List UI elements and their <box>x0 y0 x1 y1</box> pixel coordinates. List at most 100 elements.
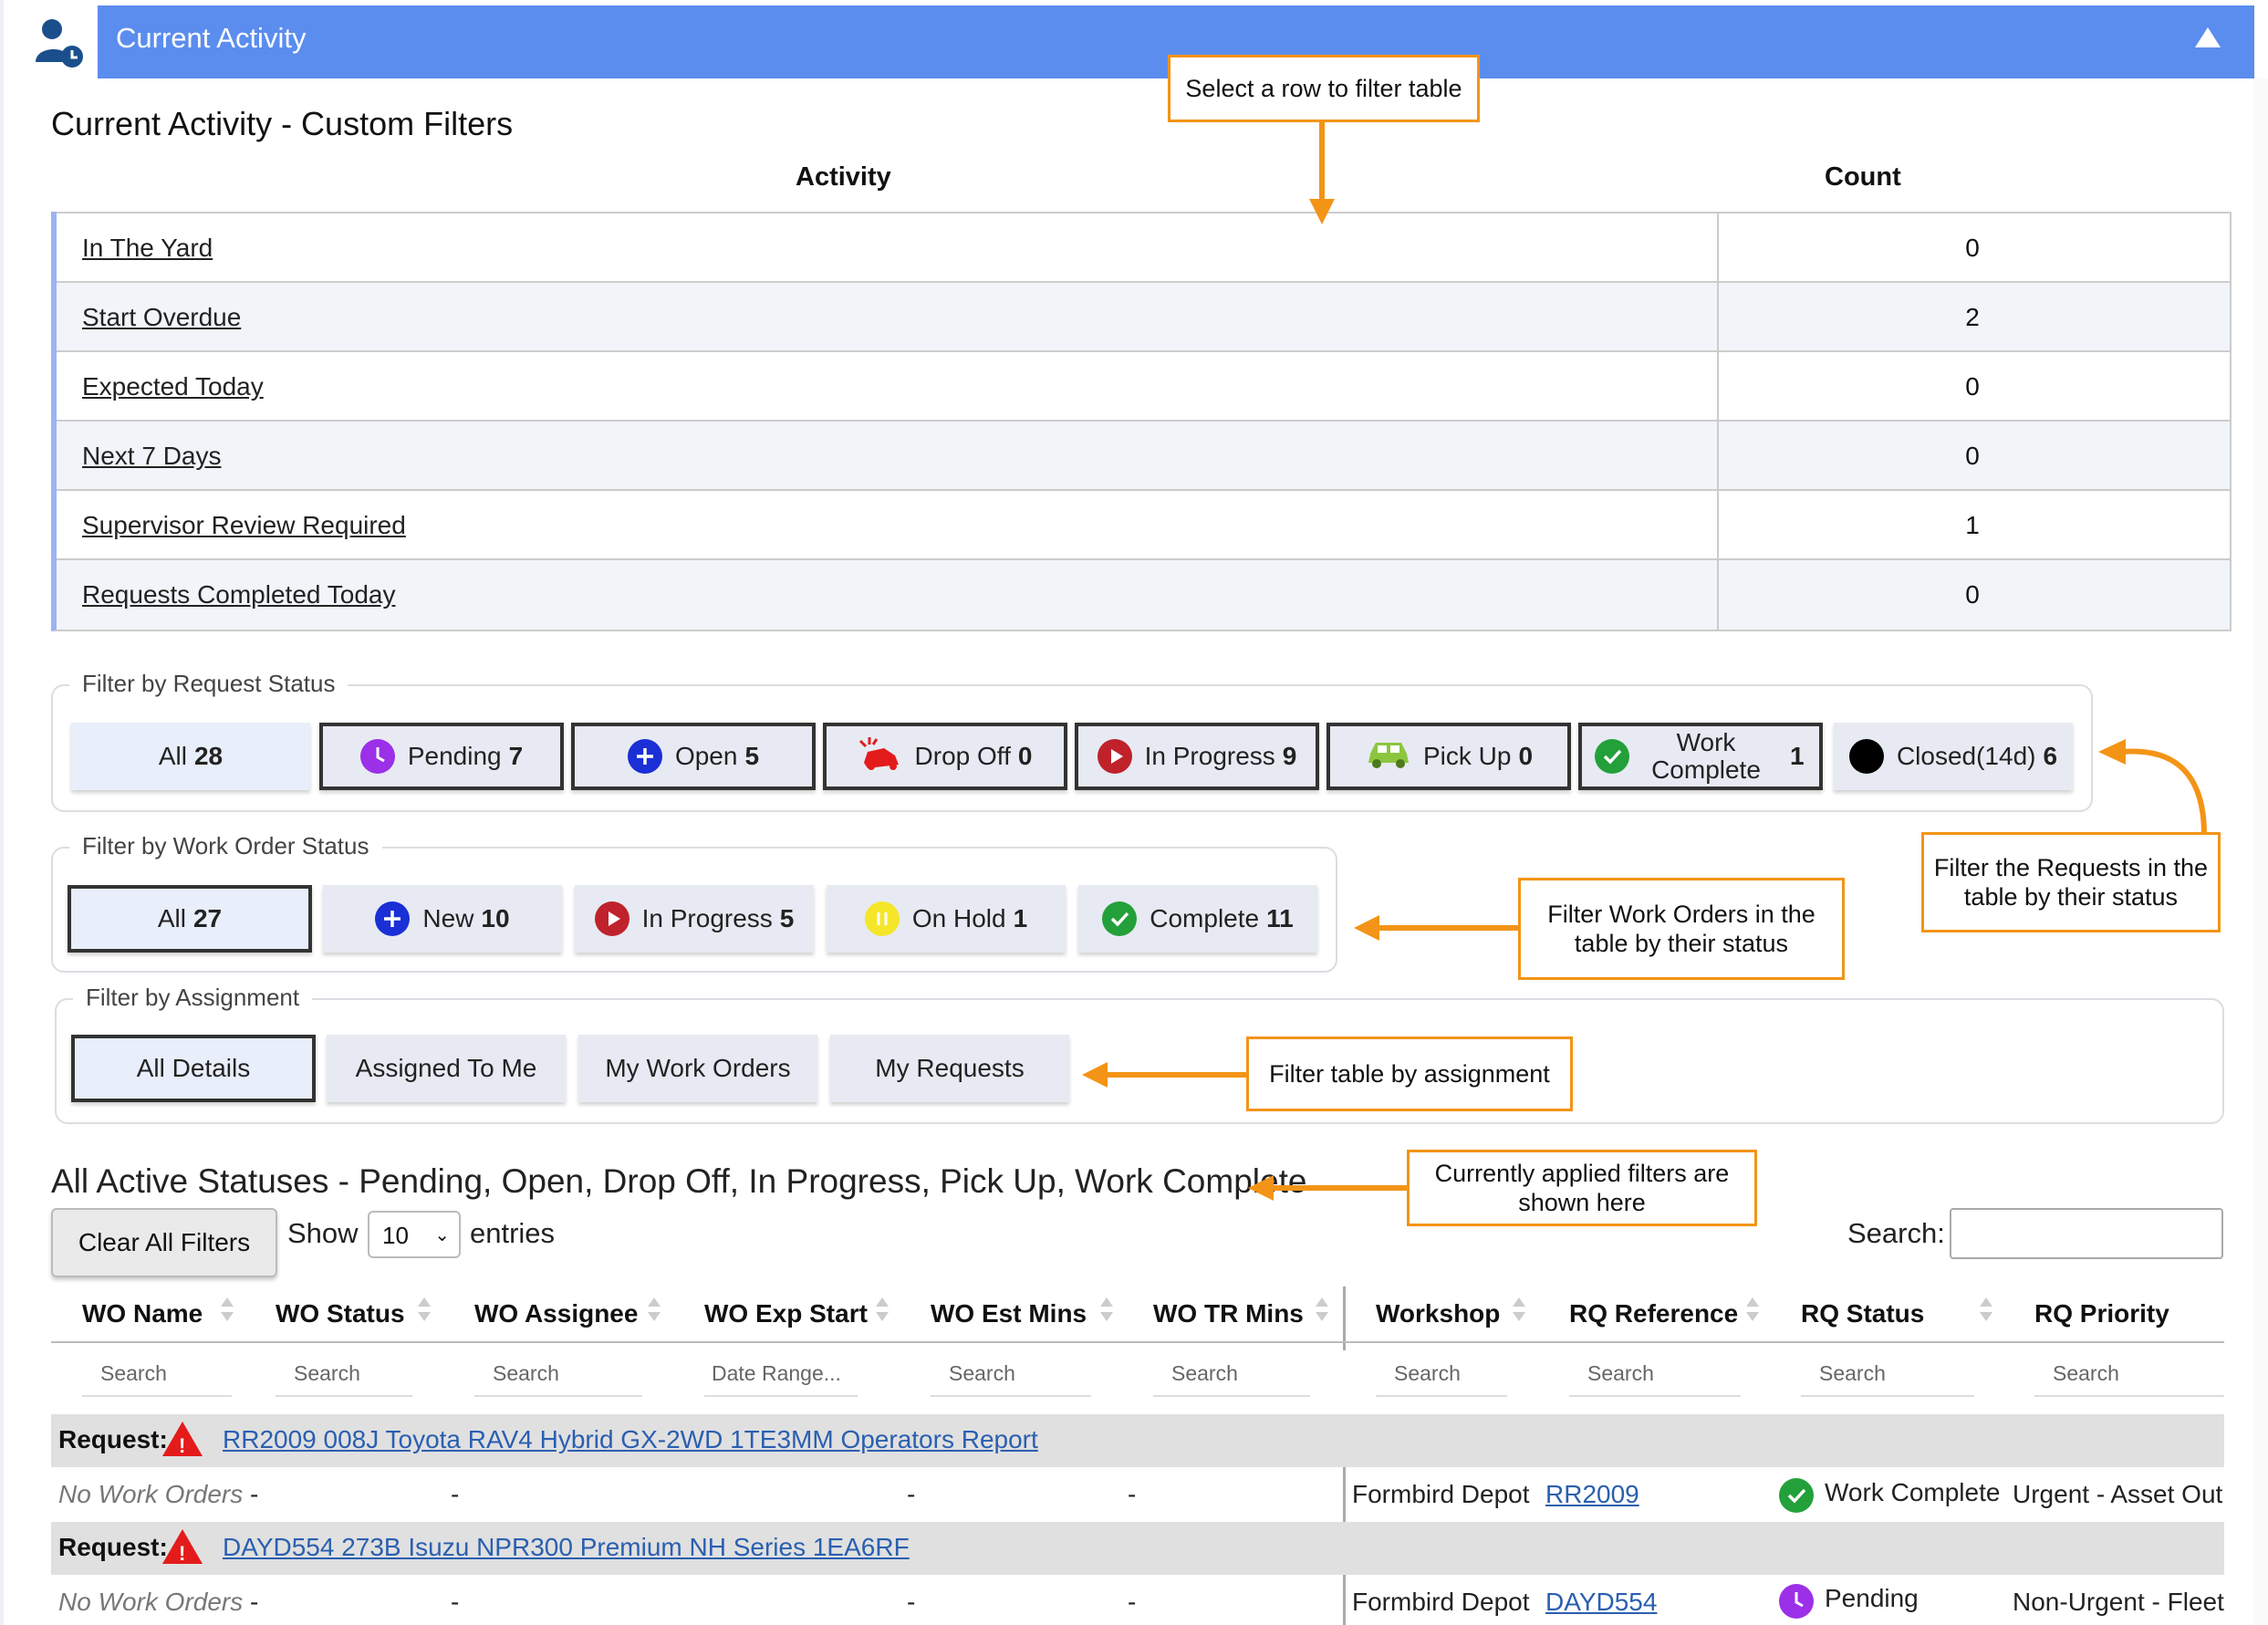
request-link[interactable]: RR2009 008J Toyota RAV4 Hybrid GX-2WD 1T… <box>223 1425 1038 1454</box>
column-search-wo-name[interactable]: Search <box>82 1361 232 1397</box>
no-work-orders: No Work Orders <box>58 1588 244 1616</box>
activity-label[interactable]: Next 7 Days <box>82 442 222 471</box>
assign-filter-all-details[interactable]: All Details <box>71 1035 316 1102</box>
callout-filter-requests: Filter the Requests in the table by thei… <box>1921 832 2221 932</box>
request-filter-drop-off[interactable]: Drop Off 0 <box>823 723 1067 790</box>
panel-header[interactable] <box>25 5 2254 78</box>
rq-reference-link[interactable]: RR2009 <box>1545 1480 1639 1509</box>
activity-count: 0 <box>1965 234 1980 262</box>
clock-icon <box>1779 1584 1814 1619</box>
column-header-wo-est-mins[interactable]: WO Est Mins <box>931 1299 1087 1328</box>
column-search-wo-est-mins[interactable]: Search <box>931 1361 1091 1397</box>
assign-filter-my-work-orders[interactable]: My Work Orders <box>578 1035 817 1102</box>
search-label: Search: <box>1847 1217 1945 1249</box>
column-group-divider <box>1343 1575 1346 1625</box>
wo-filter-all[interactable]: All 27 <box>68 885 312 953</box>
search-input[interactable] <box>1950 1208 2223 1259</box>
column-search-rq-status[interactable]: Search <box>1801 1361 1974 1397</box>
no-work-orders: No Work Orders <box>58 1480 244 1508</box>
check-icon <box>1595 739 1629 774</box>
assign-filter-assigned-to-me[interactable]: Assigned To Me <box>327 1035 566 1102</box>
activity-row[interactable]: In The Yard 0 <box>57 212 2230 283</box>
rq-reference-link[interactable]: DAYD554 <box>1545 1588 1657 1617</box>
request-filter-open[interactable]: Open 5 <box>571 723 816 790</box>
warning-mark: ! <box>179 1542 186 1565</box>
request-link[interactable]: DAYD554 273B Isuzu NPR300 Premium NH Ser… <box>223 1533 910 1562</box>
page-title: Current Activity - Custom Filters <box>51 105 514 142</box>
activity-label[interactable]: Supervisor Review Required <box>82 511 406 540</box>
column-group-divider <box>1343 1467 1346 1522</box>
button-label: Complete <box>1150 904 1260 932</box>
button-label: On Hold <box>911 904 1006 932</box>
collapse-icon[interactable] <box>2195 27 2221 47</box>
column-search-wo-assignee[interactable]: Search <box>474 1361 642 1397</box>
play-icon <box>1097 739 1132 774</box>
request-filter-pending[interactable]: Pending 7 <box>319 723 564 790</box>
button-label: In Progress <box>641 904 773 932</box>
activity-row[interactable]: Start Overdue 2 <box>57 281 2230 352</box>
column-header-rq-status[interactable]: RQ Status <box>1801 1299 1924 1328</box>
play-icon <box>594 901 629 936</box>
column-search-rq-reference[interactable]: Search <box>1569 1361 1741 1397</box>
button-label: Assigned To Me <box>355 1054 537 1082</box>
pause-icon <box>864 901 900 936</box>
wo-filter-new[interactable]: New 10 <box>323 885 562 953</box>
arrow-shaft <box>1378 925 1520 931</box>
column-search-wo-tr-mins[interactable]: Search <box>1153 1361 1310 1397</box>
check-icon <box>1779 1478 1814 1513</box>
column-header-workshop[interactable]: Workshop <box>1376 1299 1500 1328</box>
button-count: 1 <box>1013 904 1028 932</box>
column-search-wo-exp-start[interactable]: Date Range... <box>704 1361 858 1397</box>
activity-row[interactable]: Expected Today 0 <box>57 350 2230 422</box>
button-count: 0 <box>1017 742 1033 770</box>
activity-label[interactable]: In The Yard <box>82 234 213 263</box>
button-label: All <box>157 904 186 932</box>
rq-status-cell: Work Complete <box>1825 1478 2001 1506</box>
activity-row[interactable]: Requests Completed Today 0 <box>57 558 2230 630</box>
clear-filters-button[interactable]: Clear All Filters <box>51 1208 277 1277</box>
button-label: Closed(14d) <box>1896 742 2036 770</box>
column-header-wo-assignee[interactable]: WO Assignee <box>474 1299 638 1328</box>
activity-row[interactable]: Supervisor Review Required 1 <box>57 489 2230 560</box>
request-filter-closed[interactable]: Closed(14d) 6 <box>1834 723 2073 790</box>
button-label: Work Complete <box>1651 728 1761 784</box>
request-status-legend: Filter by Request Status <box>69 670 349 698</box>
activity-label[interactable]: Expected Today <box>82 372 264 401</box>
column-search-workshop[interactable]: Search <box>1376 1361 1507 1397</box>
clock-icon <box>359 739 395 774</box>
circle-icon <box>1848 739 1884 774</box>
arrow-left-icon <box>1082 1062 1108 1088</box>
request-filter-work-complete[interactable]: Work Complete 1 <box>1578 723 1823 790</box>
plus-icon <box>627 739 662 774</box>
entries-select[interactable]: 10 ⌄ <box>368 1211 461 1258</box>
column-header-wo-status[interactable]: WO Status <box>276 1299 405 1328</box>
column-header-rq-reference[interactable]: RQ Reference <box>1569 1299 1738 1328</box>
button-label: Drop Off <box>914 742 1011 770</box>
request-filter-pick-up[interactable]: Pick Up 0 <box>1326 723 1571 790</box>
arrow-left-icon <box>1354 915 1379 941</box>
button-count: 5 <box>744 742 760 770</box>
column-search-wo-status[interactable]: Search <box>276 1361 412 1397</box>
wo-filter-complete[interactable]: Complete 11 <box>1078 885 1317 953</box>
column-header-wo-tr-mins[interactable]: WO TR Mins <box>1153 1299 1304 1328</box>
assign-filter-my-requests[interactable]: My Requests <box>830 1035 1069 1102</box>
button-label: New <box>422 904 474 932</box>
cell-dash: - <box>451 1588 460 1616</box>
column-header-wo-exp-start[interactable]: WO Exp Start <box>704 1299 868 1328</box>
column-header-rq-priority[interactable]: RQ Priority <box>2034 1299 2169 1328</box>
activity-label[interactable]: Requests Completed Today <box>82 580 395 609</box>
column-header-wo-name[interactable]: WO Name <box>82 1299 203 1328</box>
request-label: Request: <box>58 1425 168 1453</box>
activity-label[interactable]: Start Overdue <box>82 303 241 332</box>
activity-column-header: Activity <box>796 162 891 192</box>
button-count: 27 <box>192 904 223 932</box>
request-filter-in-progress[interactable]: In Progress 9 <box>1075 723 1319 790</box>
car-crash-icon <box>858 735 904 778</box>
wo-filter-on-hold[interactable]: On Hold 1 <box>827 885 1066 953</box>
request-filter-all[interactable]: All 28 <box>71 723 310 790</box>
cell-dash: - <box>1128 1588 1137 1616</box>
wo-filter-in-progress[interactable]: In Progress 5 <box>575 885 814 953</box>
column-search-rq-priority[interactable]: Search <box>2034 1361 2224 1397</box>
button-count: 7 <box>508 742 524 770</box>
activity-row[interactable]: Next 7 Days 0 <box>57 420 2230 491</box>
